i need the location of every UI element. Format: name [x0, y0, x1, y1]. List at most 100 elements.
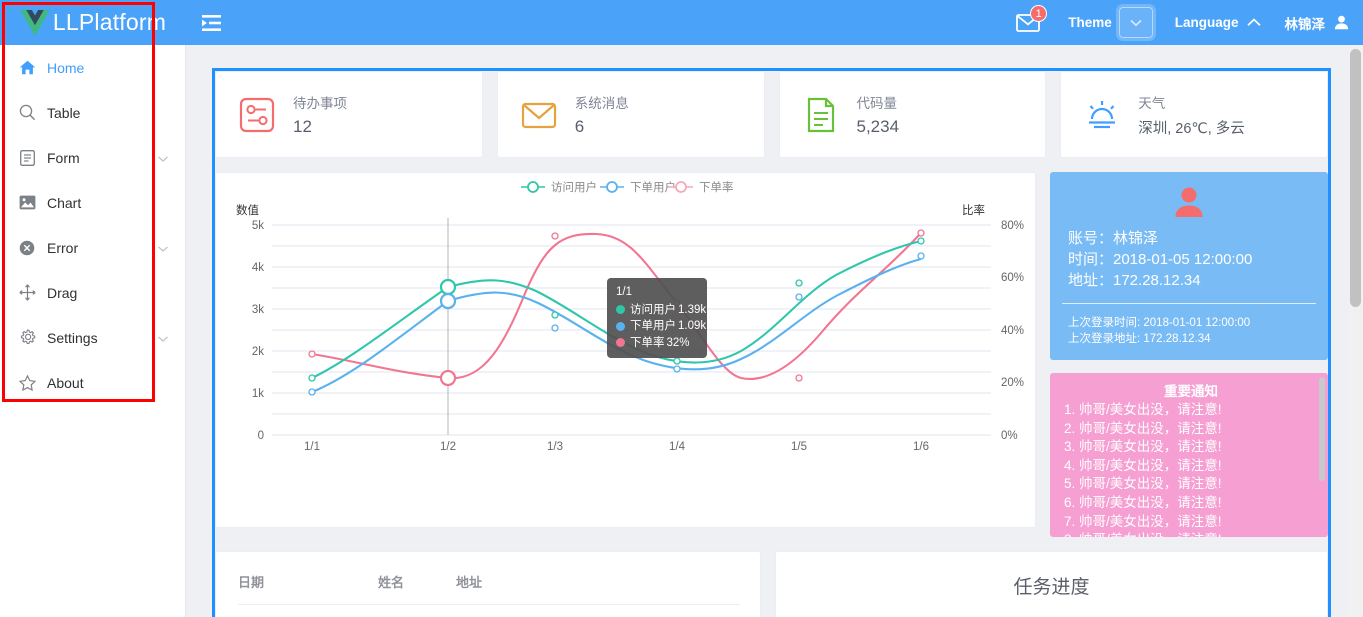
sidebar-item-label: Error: [47, 239, 79, 256]
y2-tick-40: 40%: [1001, 325, 1024, 337]
table-column-header: 日期: [238, 568, 378, 605]
chart-y2-axis-name: 比率: [962, 203, 985, 217]
bottom-row: 日期 姓名 地址 2013-07-21 张三 你是我的小苹果: [215, 551, 1328, 617]
menu-fold-icon[interactable]: [186, 0, 236, 45]
notice-card[interactable]: 重要通知 1. 帅哥/美女出没，请注意! 2. 帅哥/美女出没，请注意! 3. …: [1050, 373, 1328, 537]
avatar: [1050, 186, 1328, 218]
table-header-row: 日期 姓名 地址: [238, 568, 740, 605]
y-tick-3k: 3k: [252, 304, 264, 316]
stat-cards-row: 待办事项 12 系统消息 6 代码量 5,234 天气 深圳, 26℃, 多云: [215, 71, 1328, 158]
picture-icon: [18, 194, 36, 212]
circle-close-icon: [18, 239, 36, 257]
sidebar-nav: Home Table Form Chart Error Drag Setting…: [0, 45, 186, 617]
stat-card-code[interactable]: 代码量 5,234: [778, 71, 1047, 158]
stat-value: 深圳, 26℃, 多云: [1138, 120, 1245, 137]
table-cell-name: 张三: [378, 605, 456, 617]
mid-row: 访问用户 下单用户 下单率 数值 比率 5k 4k 3k 2k 1k 0 80%…: [215, 172, 1328, 537]
logo-area[interactable]: LLPlatform: [0, 0, 186, 45]
code-icon: [807, 97, 834, 132]
task-progress-title: 任务进度: [1013, 577, 1090, 598]
todo-icon: [239, 97, 275, 132]
notice-line: 5. 帅哥/美女出没，请注意!: [1064, 476, 1222, 492]
table-column-header: 姓名: [378, 568, 456, 605]
page-scrollbar[interactable]: [1348, 45, 1363, 617]
notice-scrollbar[interactable]: [1319, 377, 1325, 481]
weather-icon: [1089, 100, 1116, 128]
page-scrollbar-thumb[interactable]: [1350, 49, 1361, 307]
sidebar-item-about[interactable]: About: [0, 360, 185, 405]
theme-picker[interactable]: Theme: [1068, 7, 1153, 38]
user-address-line: 地址：172.28.12.34: [1068, 272, 1201, 289]
user-avatar-icon: [1334, 15, 1349, 30]
chart-legend[interactable]: 访问用户 下单用户 下单率: [521, 180, 734, 194]
chevron-up-icon: [1246, 18, 1261, 26]
notice-line: 1. 帅哥/美女出没，请注意!: [1064, 402, 1222, 417]
y2-tick-80: 80%: [1001, 220, 1024, 232]
chart-y2-ticks: 80% 60% 40% 20% 0%: [1001, 220, 1024, 442]
table-cell-date: 2013-07-21: [238, 605, 378, 617]
user-info-card: 账号：林锦泽 时间：2018-01-05 12:00:00 地址：172.28.…: [1050, 172, 1328, 360]
notice-line: 8. 帅哥/美女出没，请注意!: [1064, 531, 1318, 537]
sidebar-item-table[interactable]: Table: [0, 90, 185, 135]
move-icon: [18, 284, 36, 302]
document-icon: [18, 149, 36, 167]
task-progress-card: 任务进度 语文： 0%: [775, 551, 1328, 617]
x-tick-5: 1/6: [913, 441, 929, 453]
sidebar-item-error[interactable]: Error: [0, 225, 185, 270]
notice-line: 3. 帅哥/美女出没，请注意!: [1064, 439, 1222, 455]
user-account-line: 账号：林锦泽: [1068, 230, 1159, 247]
stat-card-todo[interactable]: 待办事项 12: [215, 71, 483, 158]
notice-line: 6. 帅哥/美女出没，请注意!: [1064, 494, 1222, 510]
x-tick-0: 1/1: [304, 441, 320, 453]
last-login-time: 上次登录时间: 2018-01-01 12:00:00: [1068, 317, 1251, 329]
line-chart-card[interactable]: 访问用户 下单用户 下单率 数值 比率 5k 4k 3k 2k 1k 0 80%…: [215, 172, 1036, 528]
y-tick-0: 0: [258, 430, 264, 442]
stat-title: 待办事项: [293, 96, 347, 111]
theme-label: Theme: [1068, 15, 1112, 30]
messages-button[interactable]: 1: [1016, 4, 1048, 32]
stat-value: 5,234: [856, 117, 900, 136]
stat-title: 系统消息: [574, 96, 629, 111]
sidebar-item-settings[interactable]: Settings: [0, 315, 185, 360]
sidebar-item-label: Form: [47, 149, 80, 166]
chart-line-conversion-rate: [311, 232, 922, 380]
chart-y-ticks: 5k 4k 3k 2k 1k 0: [252, 220, 264, 442]
notice-title: 重要通知: [1164, 384, 1218, 399]
line-chart[interactable]: 访问用户 下单用户 下单率 数值 比率 5k 4k 3k 2k 1k 0 80%…: [216, 173, 1035, 529]
message-icon: [521, 102, 556, 128]
chart-y-axis-name: 数值: [236, 203, 259, 217]
y-tick-4k: 4k: [252, 262, 264, 274]
x-tick-1: 1/2: [440, 441, 456, 453]
sidebar-item-drag[interactable]: Drag: [0, 270, 185, 315]
table-column-header: 地址: [456, 568, 740, 605]
vue-logo-icon: [20, 9, 50, 36]
sidebar-item-home[interactable]: Home: [0, 45, 185, 90]
app-header: LLPlatform 1 Theme Language 林锦泽: [0, 0, 1363, 45]
main-content: 待办事项 12 系统消息 6 代码量 5,234 天气 深圳, 26℃, 多云 …: [186, 45, 1363, 617]
notice-line: 4. 帅哥/美女出没，请注意!: [1064, 457, 1222, 473]
sidebar-item-label: Home: [47, 59, 85, 76]
y-tick-1k: 1k: [252, 388, 264, 400]
x-tick-2: 1/3: [547, 441, 563, 453]
sidebar-item-label: About: [47, 374, 84, 391]
stat-card-messages[interactable]: 系统消息 6: [496, 71, 765, 158]
stat-card-weather[interactable]: 天气 深圳, 26℃, 多云: [1060, 71, 1328, 158]
theme-select-dropdown[interactable]: [1118, 7, 1153, 38]
star-icon: [18, 374, 36, 392]
header-user-name: 林锦泽: [1284, 16, 1326, 32]
sidebar-item-form[interactable]: Form: [0, 135, 185, 180]
last-login-address: 上次登录地址: 172.28.12.34: [1068, 333, 1211, 345]
chevron-down-icon: [157, 330, 169, 346]
recent-table-card: 日期 姓名 地址 2013-07-21 张三 你是我的小苹果: [215, 551, 761, 617]
stat-value: 12: [293, 117, 312, 136]
user-menu[interactable]: 林锦泽: [1285, 13, 1350, 33]
y-tick-2k: 2k: [252, 346, 264, 358]
sidebar-item-chart[interactable]: Chart: [0, 180, 185, 225]
table-row[interactable]: 2013-07-21 张三 你是我的小苹果: [238, 605, 740, 617]
y2-tick-0: 0%: [1001, 430, 1018, 442]
y2-tick-60: 60%: [1001, 272, 1024, 284]
search-icon: [18, 104, 36, 122]
home-icon: [18, 59, 36, 77]
language-picker[interactable]: Language: [1175, 15, 1261, 30]
stat-value: 6: [574, 117, 585, 136]
